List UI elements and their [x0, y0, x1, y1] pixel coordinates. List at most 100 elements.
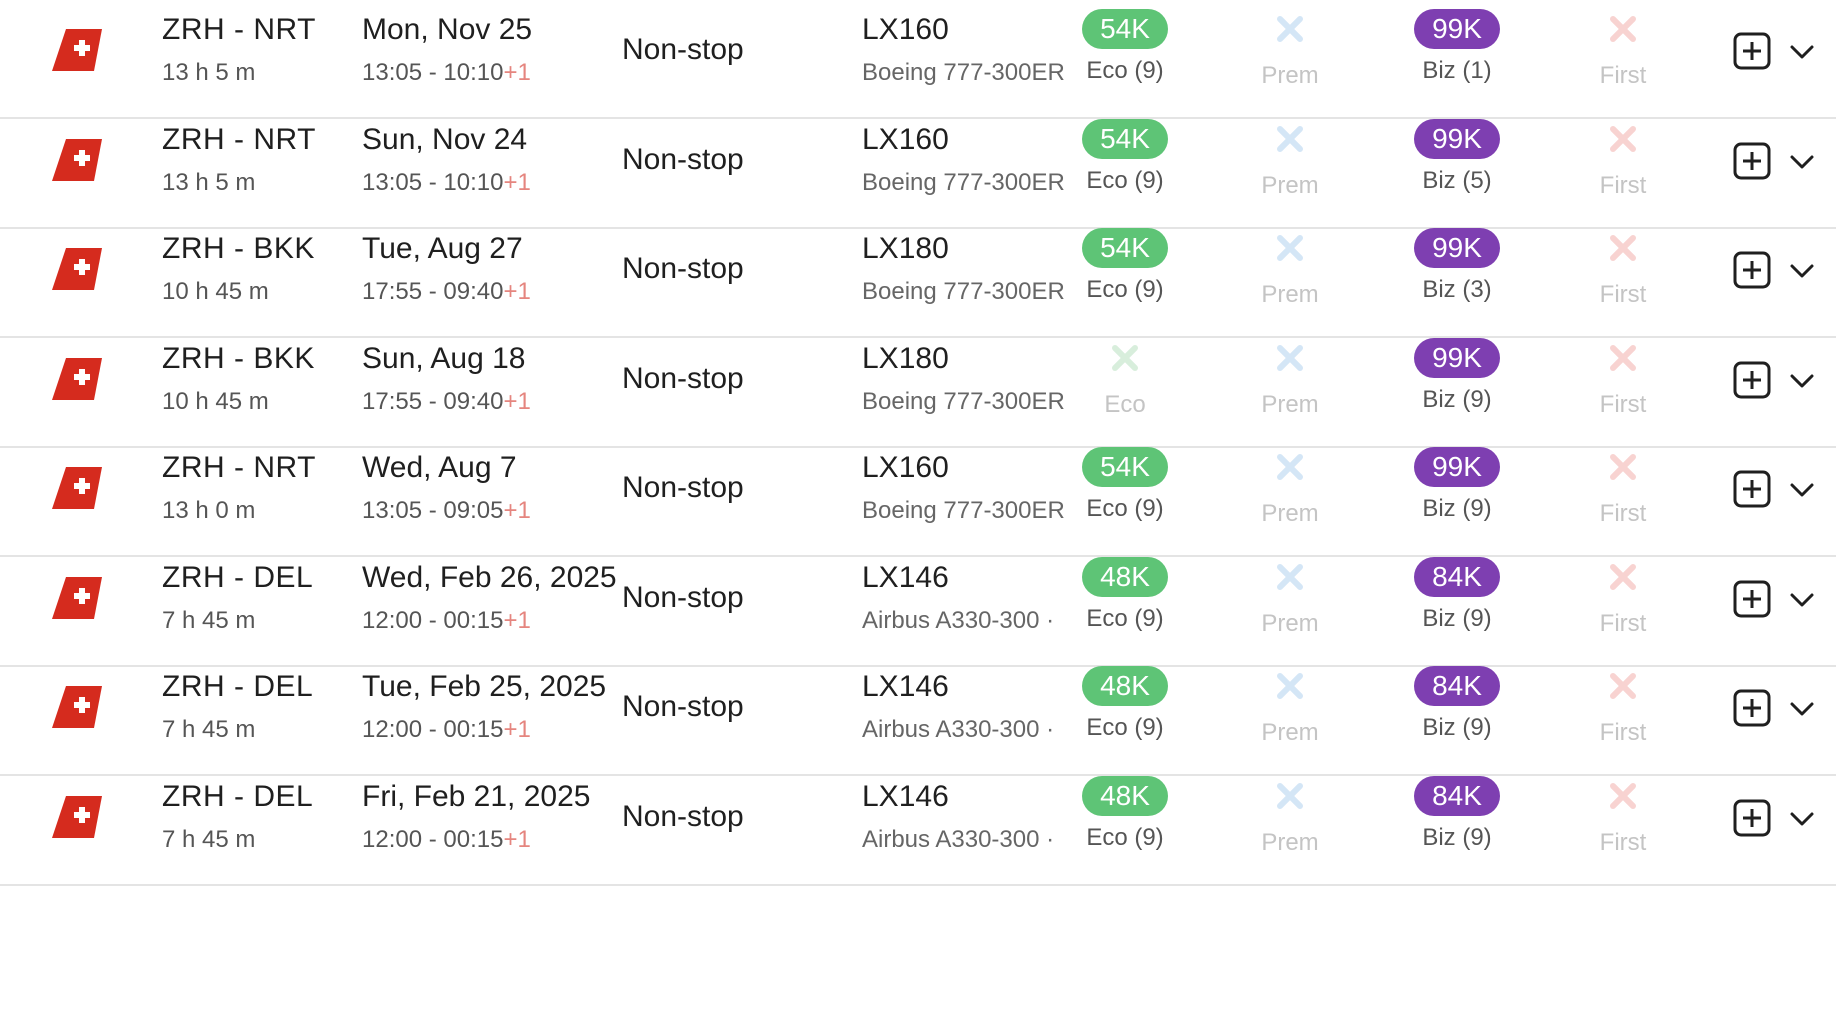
expand-button[interactable] — [1787, 475, 1817, 505]
points-pill[interactable]: 48K — [1082, 556, 1168, 597]
expand-button[interactable] — [1787, 147, 1817, 177]
cabin-economy[interactable]: 48K Eco (9) — [1055, 666, 1195, 756]
chevron-down-icon — [1790, 702, 1814, 716]
points-pill[interactable]: 48K — [1082, 775, 1168, 816]
points-pill[interactable]: 99K — [1414, 118, 1500, 159]
x-icon — [1277, 673, 1303, 699]
points-pill[interactable]: 99K — [1414, 337, 1500, 378]
add-button[interactable] — [1733, 142, 1771, 180]
cabin-first[interactable]: First — [1553, 338, 1693, 428]
add-button[interactable] — [1733, 32, 1771, 70]
duration-label: 10 h 45 m — [162, 387, 269, 415]
aircraft-type: Airbus A330-300 · — [862, 825, 1055, 853]
cabin-label: Biz (9) — [1422, 385, 1492, 413]
cabin-premium[interactable]: Prem — [1220, 338, 1360, 428]
time-range: 17:55 - 09:40+1 — [362, 388, 531, 416]
cabin-premium[interactable]: Prem — [1220, 557, 1360, 647]
x-icon — [1277, 16, 1303, 42]
stops-label: Non-stop — [622, 252, 744, 285]
flight-results-list: ZRH - NRT 13 h 5 m Mon, Nov 25 13:05 - 1… — [0, 0, 1836, 1018]
cabin-first[interactable]: First — [1553, 447, 1693, 537]
cabin-economy[interactable]: 54K Eco (9) — [1055, 118, 1195, 209]
departure-date: Wed, Feb 26, 2025 — [362, 560, 617, 594]
cabin-business[interactable]: 84K Biz (9) — [1387, 556, 1527, 647]
plus-day-indicator: +1 — [503, 278, 531, 305]
points-pill[interactable]: 99K — [1414, 9, 1500, 49]
cabin-label: First — [1599, 281, 1647, 308]
swiss-logo-icon — [52, 248, 102, 290]
add-button[interactable] — [1733, 799, 1771, 837]
cabin-business[interactable]: 99K Biz (5) — [1387, 118, 1527, 209]
add-button[interactable] — [1733, 689, 1771, 727]
add-button[interactable] — [1733, 251, 1771, 289]
add-button[interactable] — [1733, 361, 1771, 399]
expand-button[interactable] — [1787, 37, 1817, 67]
expand-button[interactable] — [1787, 694, 1817, 724]
cabin-premium[interactable]: Prem — [1220, 228, 1360, 318]
add-button[interactable] — [1733, 470, 1771, 508]
cabin-economy[interactable]: Eco — [1055, 338, 1195, 428]
cabin-premium[interactable]: Prem — [1220, 9, 1360, 99]
cabin-business[interactable]: 99K Biz (9) — [1387, 337, 1527, 428]
plus-square-icon — [1733, 580, 1771, 617]
cabin-label: First — [1599, 828, 1647, 856]
cabin-economy[interactable]: 48K Eco (9) — [1055, 556, 1195, 647]
points-pill[interactable]: 99K — [1414, 447, 1500, 487]
duration-label: 13 h 5 m — [162, 168, 256, 196]
cabin-economy[interactable]: 54K Eco (9) — [1055, 9, 1195, 99]
time-range-text: 17:55 - 09:40 — [362, 278, 504, 305]
cabin-first[interactable]: First — [1553, 9, 1693, 99]
cabin-label: Eco (9) — [1086, 495, 1164, 522]
cabin-premium[interactable]: Prem — [1220, 776, 1360, 866]
cabin-premium[interactable]: Prem — [1220, 447, 1360, 537]
points-pill[interactable]: 54K — [1082, 118, 1168, 159]
cabin-label: Biz (1) — [1422, 57, 1492, 84]
cabin-business[interactable]: 84K Biz (9) — [1387, 666, 1527, 756]
cabin-economy[interactable]: 48K Eco (9) — [1055, 775, 1195, 866]
cabin-first[interactable]: First — [1553, 666, 1693, 756]
plus-square-icon — [1733, 32, 1771, 70]
expand-button[interactable] — [1787, 585, 1817, 615]
cabin-business[interactable]: 99K Biz (1) — [1387, 9, 1527, 99]
points-pill[interactable]: 99K — [1414, 228, 1500, 268]
departure-date: Sun, Aug 18 — [362, 341, 526, 375]
route-label: ZRH - BKK — [162, 341, 315, 375]
plus-square-icon — [1733, 142, 1771, 179]
plus-day-indicator: +1 — [503, 497, 531, 524]
cabin-first[interactable]: First — [1553, 557, 1693, 647]
x-icon — [1610, 125, 1636, 152]
points-pill[interactable]: 54K — [1082, 447, 1168, 487]
expand-button[interactable] — [1787, 804, 1817, 834]
duration-label: 7 h 45 m — [162, 825, 256, 853]
points-pill[interactable]: 48K — [1082, 666, 1168, 706]
cabin-label: First — [1599, 500, 1647, 527]
cabin-economy[interactable]: 54K Eco (9) — [1055, 228, 1195, 318]
aircraft-type: Boeing 777-300ER — [862, 168, 1065, 196]
cabin-premium[interactable]: Prem — [1220, 666, 1360, 756]
points-pill[interactable]: 84K — [1414, 775, 1500, 816]
cabin-first[interactable]: First — [1553, 228, 1693, 318]
cabin-premium[interactable]: Prem — [1220, 119, 1360, 209]
cabin-economy[interactable]: 54K Eco (9) — [1055, 447, 1195, 537]
cabin-first[interactable]: First — [1553, 776, 1693, 866]
points-pill[interactable]: 84K — [1414, 556, 1500, 597]
route-label: ZRH - DEL — [162, 670, 314, 703]
cabin-label: Prem — [1261, 719, 1319, 746]
cabin-business[interactable]: 99K Biz (9) — [1387, 447, 1527, 537]
cabin-business[interactable]: 84K Biz (9) — [1387, 775, 1527, 866]
expand-button[interactable] — [1787, 256, 1817, 286]
time-range: 13:05 - 10:10+1 — [362, 169, 531, 197]
cabin-business[interactable]: 99K Biz (3) — [1387, 228, 1527, 318]
points-pill[interactable]: 54K — [1082, 9, 1168, 49]
cabin-label: First — [1599, 390, 1647, 418]
points-pill[interactable]: 84K — [1414, 666, 1500, 706]
flight-row[interactable]: ZRH - DEL 7 h 45 m Fri, Feb 21, 2025 12:… — [0, 758, 1836, 886]
plus-square-icon — [1733, 470, 1771, 508]
expand-button[interactable] — [1787, 366, 1817, 396]
plus-day-indicator: +1 — [503, 716, 531, 743]
points-pill[interactable]: 54K — [1082, 228, 1168, 268]
departure-date: Mon, Nov 25 — [362, 13, 533, 46]
x-icon — [1277, 235, 1303, 261]
add-button[interactable] — [1733, 580, 1771, 618]
cabin-first[interactable]: First — [1553, 119, 1693, 209]
